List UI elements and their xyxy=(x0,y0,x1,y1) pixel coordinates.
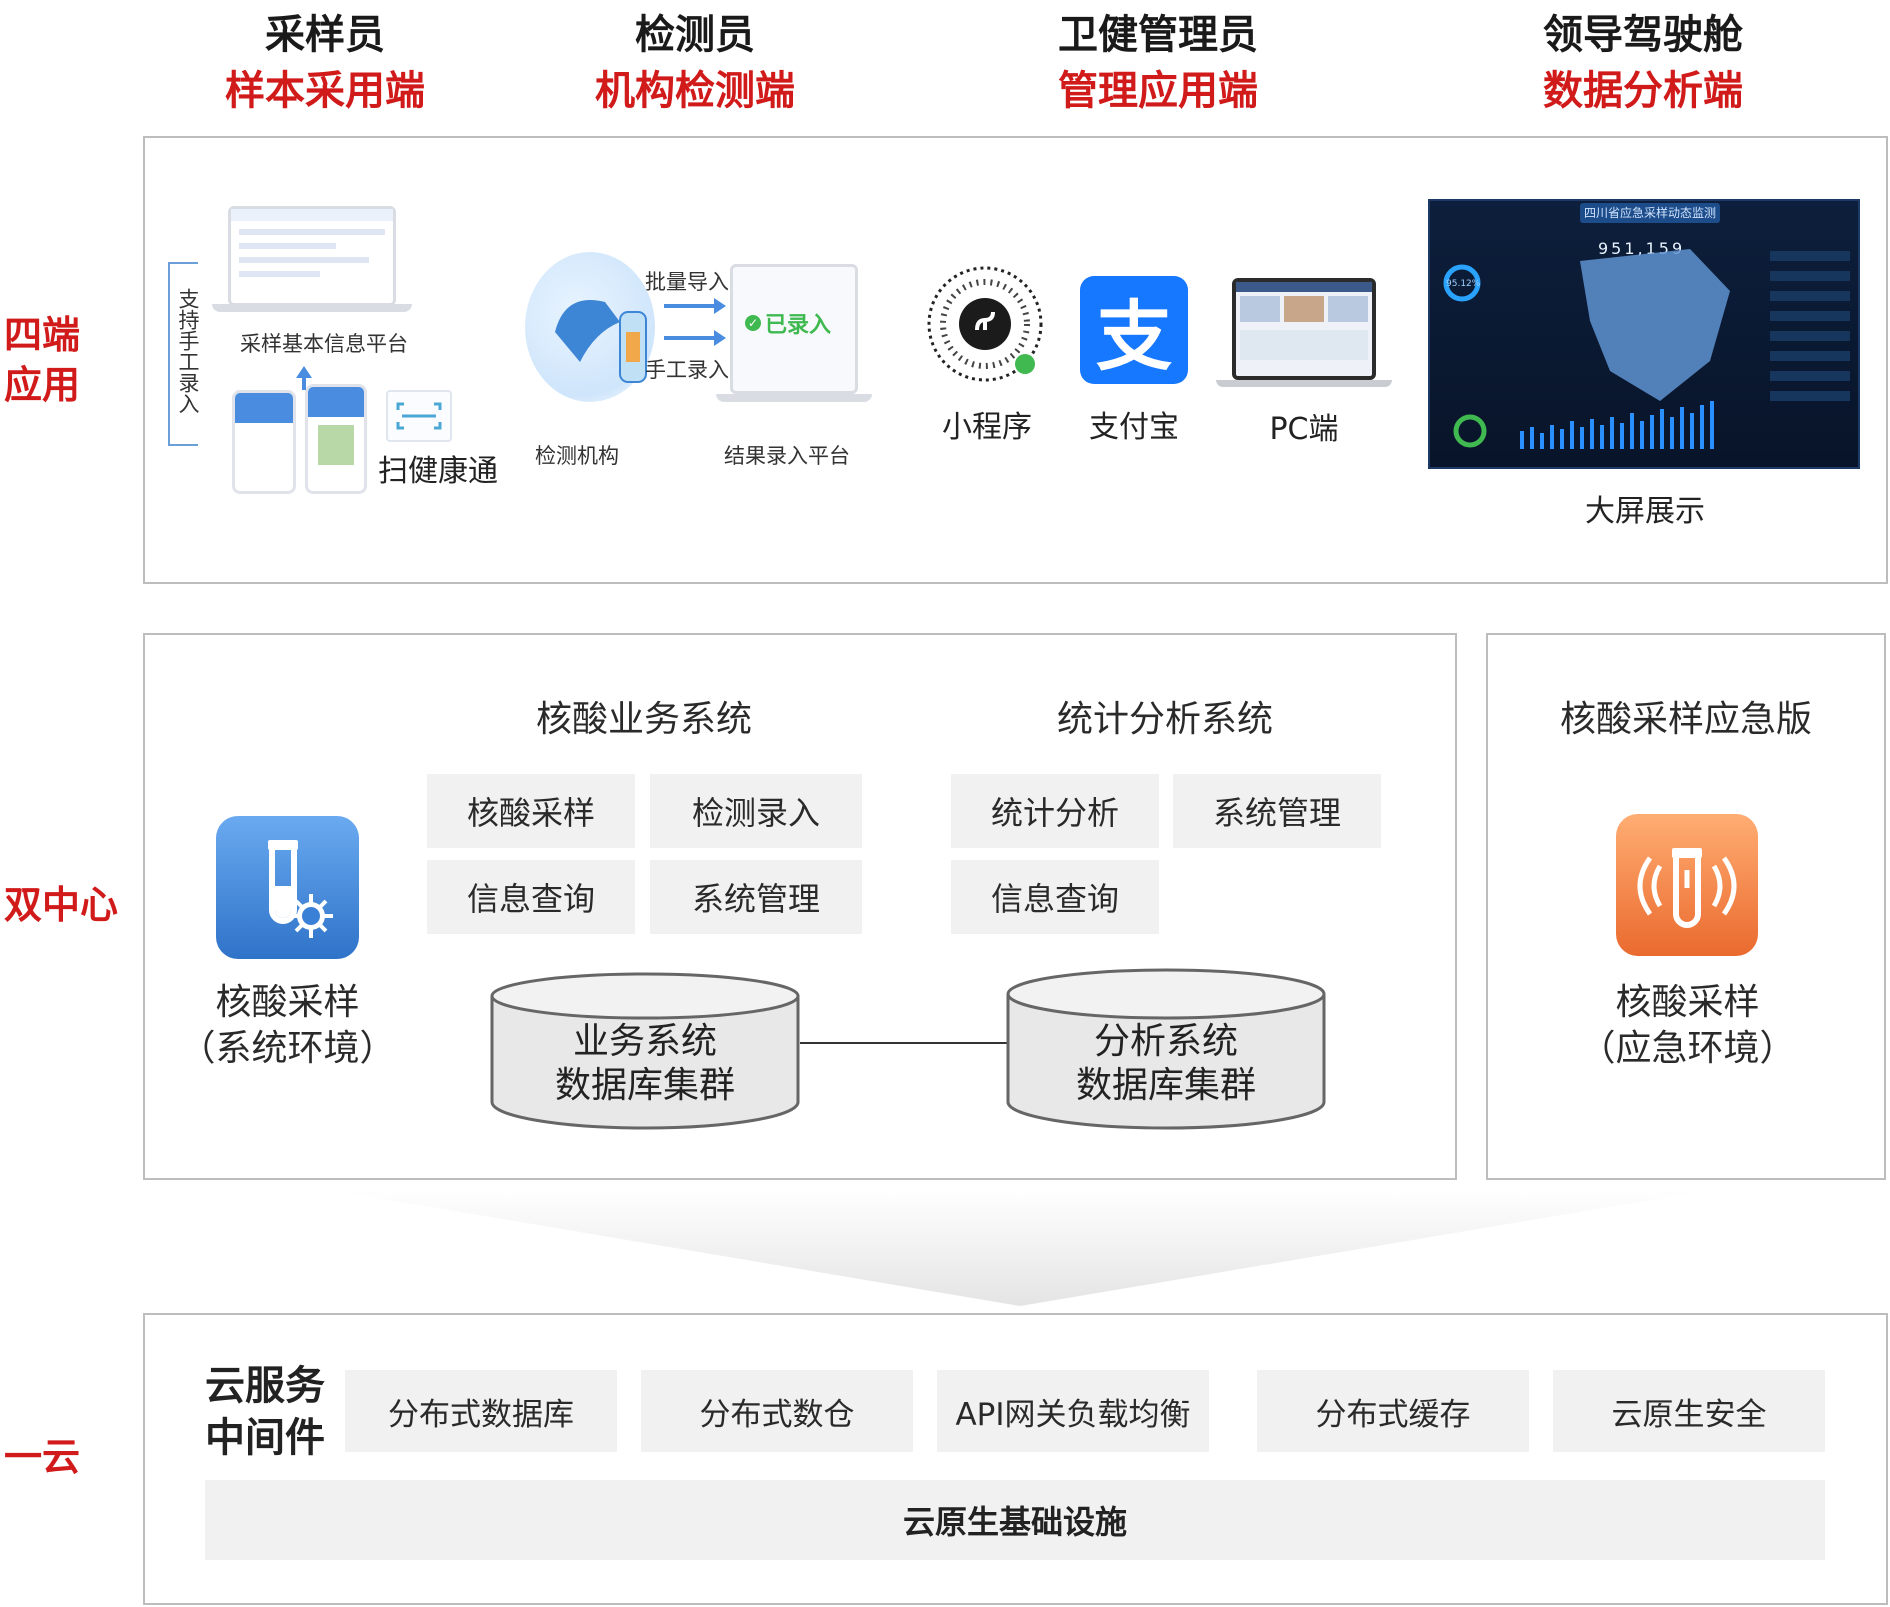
arrow-up-stem xyxy=(302,376,306,390)
emergency-sampling-icon xyxy=(1616,814,1758,956)
manual-entry-label: 支持手工录入 xyxy=(176,288,200,414)
emergency-sampling-label: 核酸采样 xyxy=(1615,982,1760,1023)
middleware-distributed-cache: 分布式缓存 xyxy=(1257,1370,1529,1452)
mini-program-label: 小程序 xyxy=(942,410,1032,445)
nucleic-sampling-label: 核酸采样 xyxy=(215,982,360,1023)
analysis-db-line2: 数据库集群 xyxy=(1075,1065,1256,1106)
pc-laptop-base xyxy=(1216,380,1392,387)
business-db-line1: 业务系统 xyxy=(572,1021,717,1062)
middleware-label-2: 中间件 xyxy=(205,1415,325,1461)
big-screen-label: 大屏展示 xyxy=(1585,494,1705,529)
module-stats-analysis: 统计分析 xyxy=(951,774,1159,848)
side-label-one-cloud: 一云 xyxy=(4,1435,81,1479)
role-terminal-tester: 机构检测端 xyxy=(595,68,795,114)
role-name-sampler: 采样员 xyxy=(265,12,385,58)
dashboard-screen: 四川省应急采样动态监测 951,159 95.12% xyxy=(1428,199,1860,469)
dashboard-percent: 95.12% xyxy=(1446,279,1481,289)
sampling-laptop-screen xyxy=(228,206,396,306)
module-info-query: 信息查询 xyxy=(427,860,635,934)
middleware-label-1: 云服务 xyxy=(205,1363,325,1409)
batch-arrow-icon xyxy=(714,298,726,314)
stats-system-title: 统计分析系统 xyxy=(1056,699,1273,740)
role-name-leader: 领导驾驶舱 xyxy=(1543,12,1743,58)
sampling-platform-label: 采样基本信息平台 xyxy=(240,332,408,356)
funnel-shadow xyxy=(330,1190,1710,1306)
lab-label: 检测机构 xyxy=(535,444,619,468)
role-name-tester: 检测员 xyxy=(635,12,755,58)
module-nucleic-sampling: 核酸采样 xyxy=(427,774,635,848)
system-env-label: （系统环境） xyxy=(179,1028,396,1069)
alipay-label: 支付宝 xyxy=(1089,410,1179,445)
batch-import-label: 批量导入 xyxy=(645,270,729,294)
middleware-distributed-db: 分布式数据库 xyxy=(345,1370,617,1452)
manual-arrow-icon xyxy=(714,330,726,346)
nucleic-sampling-icon xyxy=(216,816,359,959)
manual-arrow-line xyxy=(664,336,716,340)
cloud-native-infrastructure: 云原生基础设施 xyxy=(205,1480,1825,1560)
scan-icon xyxy=(386,390,452,442)
role-name-admin: 卫健管理员 xyxy=(1058,12,1258,58)
module-system-admin: 系统管理 xyxy=(650,860,862,934)
result-laptop-screen: ✓ 已录入 xyxy=(730,264,858,394)
entered-badge: 已录入 xyxy=(765,313,832,338)
cloud-panel xyxy=(143,1313,1888,1605)
module-stats-system-admin: 系统管理 xyxy=(1173,774,1381,848)
role-terminal-admin: 管理应用端 xyxy=(1058,68,1258,114)
business-db-line2: 数据库集群 xyxy=(554,1065,735,1106)
result-platform-label: 结果录入平台 xyxy=(724,444,850,468)
result-laptop-base xyxy=(716,394,872,402)
role-terminal-leader: 数据分析端 xyxy=(1543,68,1743,114)
middleware-api-gateway: API网关负载均衡 xyxy=(937,1370,1209,1452)
phone-mockup-2 xyxy=(305,384,367,494)
emergency-env-label: （应急环境） xyxy=(1579,1028,1796,1069)
alipay-glyph: 支 xyxy=(1096,292,1172,381)
pc-label: PC端 xyxy=(1269,412,1339,447)
sampling-laptop-base xyxy=(212,304,412,312)
business-system-title: 核酸业务系统 xyxy=(535,699,752,740)
check-icon: ✓ xyxy=(745,315,761,331)
pc-laptop-screen xyxy=(1232,278,1376,380)
side-label-dual-center: 双中心 xyxy=(4,883,119,927)
analysis-db-line1: 分析系统 xyxy=(1093,1021,1238,1062)
middleware-distributed-warehouse: 分布式数仓 xyxy=(641,1370,913,1452)
alipay-icon: 支 xyxy=(1080,276,1188,384)
manual-import-label: 手工录入 xyxy=(645,358,729,382)
scan-health-label: 扫健康通 xyxy=(378,454,498,489)
lab-illustration xyxy=(525,252,655,402)
emergency-title: 核酸采样应急版 xyxy=(1559,699,1812,740)
middleware-cloud-native-security: 云原生安全 xyxy=(1553,1370,1825,1452)
phone-mockup-1 xyxy=(232,390,296,494)
role-terminal-sampler: 样本采用端 xyxy=(225,68,425,114)
side-label-four-terminals: 四端 应用 xyxy=(4,313,81,407)
mini-program-qr-icon xyxy=(925,264,1045,384)
module-test-entry: 检测录入 xyxy=(650,774,862,848)
module-stats-info-query: 信息查询 xyxy=(951,860,1159,934)
db-connector-line xyxy=(800,1042,1008,1044)
batch-arrow-line xyxy=(664,304,716,308)
